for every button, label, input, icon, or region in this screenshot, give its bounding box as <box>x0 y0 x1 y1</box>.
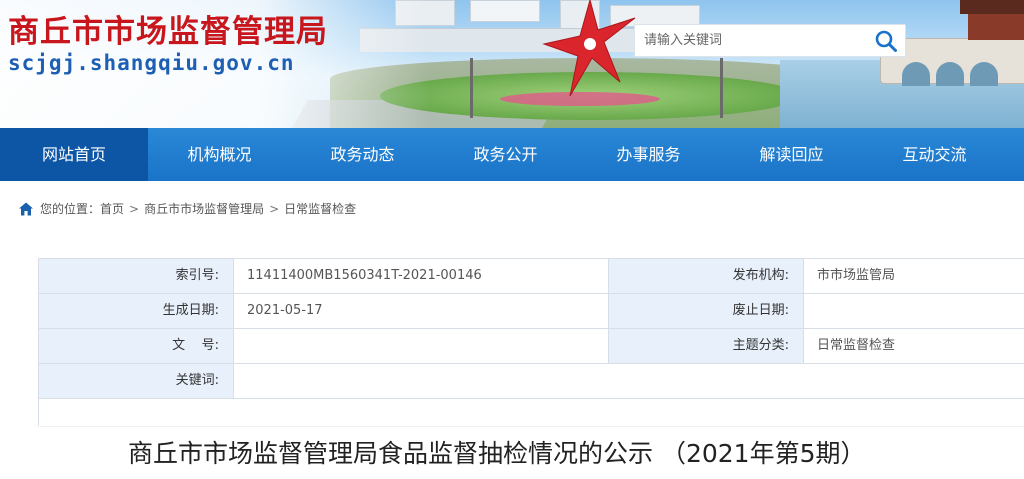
meta-label-keywords: 关键词: <box>39 364 234 398</box>
home-icon <box>19 202 33 216</box>
article-title: 商丘市市场监督管理局食品监督抽检情况的公示 （2021年第5期） <box>128 439 866 468</box>
breadcrumb-separator: > <box>269 202 280 216</box>
site-title[interactable]: 商丘市市场监督管理局 <box>8 14 328 50</box>
meta-value-index: 11411400MB1560341T-2021-00146 <box>234 259 609 293</box>
meta-value-expiry <box>804 294 1024 328</box>
site-domain: scjgj.shangqiu.gov.cn <box>8 51 295 75</box>
nav-item-disclosure[interactable]: 政务公开 <box>434 128 577 181</box>
banner-lamp-pole <box>470 58 473 118</box>
search-input[interactable] <box>635 25 865 56</box>
nav-item-home[interactable]: 网站首页 <box>0 128 148 181</box>
banner-building <box>470 0 540 22</box>
banner-lamp-pole <box>720 58 723 118</box>
meta-label-expiry: 废止日期: <box>609 294 804 328</box>
meta-label-publisher: 发布机构: <box>609 259 804 293</box>
meta-row: 生成日期: 2021-05-17 废止日期: <box>39 294 1024 329</box>
meta-value-publisher: 市市场监管局 <box>804 259 1024 293</box>
main-nav: 网站首页 机构概况 政务动态 政务公开 办事服务 解读回应 互动交流 <box>0 128 1024 181</box>
bridge-arch <box>936 62 964 86</box>
banner-pavilion-roof <box>960 0 1024 14</box>
breadcrumb-prefix: 您的位置： <box>40 202 101 216</box>
search-button[interactable] <box>867 25 905 56</box>
meta-value-docno <box>234 329 609 363</box>
banner-sculpture <box>542 0 636 97</box>
meta-value-topic: 日常监督检查 <box>804 329 1024 363</box>
meta-row: 索引号: 11411400MB1560341T-2021-00146 发布机构:… <box>39 259 1024 294</box>
nav-item-news[interactable]: 政务动态 <box>291 128 434 181</box>
breadcrumb-category[interactable]: 日常监督检查 <box>284 200 356 218</box>
nav-item-interaction[interactable]: 互动交流 <box>863 128 1006 181</box>
search-box <box>634 24 906 57</box>
nav-item-interpretation[interactable]: 解读回应 <box>720 128 863 181</box>
breadcrumb: 您的位置： 首页 > 商丘市市场监督管理局 > 日常监督检查 <box>18 200 356 218</box>
breadcrumb-home[interactable]: 首页 <box>100 200 124 218</box>
meta-table-footer <box>39 399 1024 427</box>
meta-label-docno: 文 号: <box>39 329 234 363</box>
meta-row: 文 号: 主题分类: 日常监督检查 <box>39 329 1024 364</box>
bridge-arch <box>902 62 930 86</box>
bridge-arch <box>970 62 998 86</box>
meta-row: 关键词: <box>39 364 1024 399</box>
nav-item-services[interactable]: 办事服务 <box>577 128 720 181</box>
search-icon <box>875 30 897 52</box>
meta-value-created: 2021-05-17 <box>234 294 609 328</box>
meta-value-keywords <box>234 364 1024 398</box>
nav-item-about[interactable]: 机构概况 <box>148 128 291 181</box>
document-meta-table: 索引号: 11411400MB1560341T-2021-00146 发布机构:… <box>38 258 1024 427</box>
header-banner: 商丘市市场监督管理局 scjgj.shangqiu.gov.cn <box>0 0 1024 128</box>
meta-label-index: 索引号: <box>39 259 234 293</box>
meta-label-topic: 主题分类: <box>609 329 804 363</box>
breadcrumb-separator: > <box>129 202 140 216</box>
breadcrumb-agency[interactable]: 商丘市市场监督管理局 <box>144 200 264 218</box>
meta-label-created: 生成日期: <box>39 294 234 328</box>
